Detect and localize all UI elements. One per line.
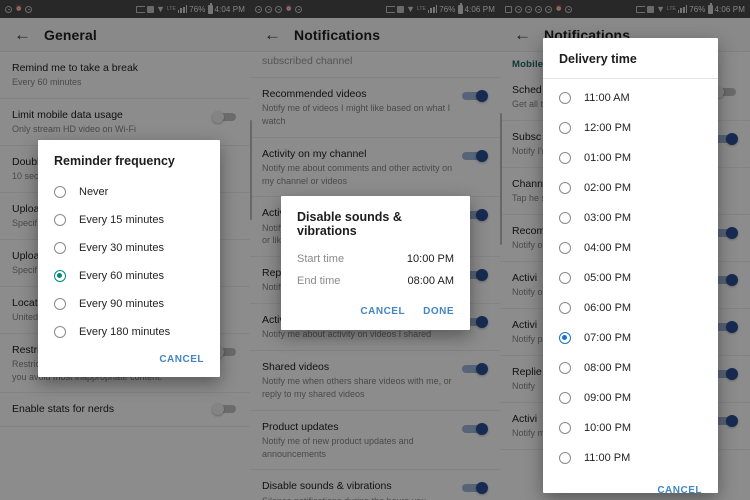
cancel-button[interactable]: CANCEL [657,485,702,496]
radio-icon[interactable] [559,152,571,164]
radio-label: Every 30 minutes [79,242,164,254]
radio-label: 02:00 PM [584,182,632,194]
radio-icon[interactable] [559,92,571,104]
radio-option-180-minutes[interactable]: Every 180 minutes [38,318,220,346]
radio-option-60-minutes[interactable]: Every 60 minutes [38,262,220,290]
radio-icon[interactable] [559,242,571,254]
dialog-title: Disable sounds & vibrations [297,210,402,238]
time-range-rows: Start time 10:00 PM End time 08:00 AM [281,248,470,292]
radio-icon[interactable] [559,362,571,374]
radio-option-0200-pm[interactable]: 02:00 PM [543,173,718,203]
radio-option-30-minutes[interactable]: Every 30 minutes [38,234,220,262]
radio-option-0900-pm[interactable]: 09:00 PM [543,383,718,413]
radio-option-1100-am[interactable]: 11:00 AM [543,83,718,113]
radio-label: 03:00 PM [584,212,632,224]
radio-option-list[interactable]: 11:00 AM 12:00 PM 01:00 PM 02:00 PM 03:0… [543,79,718,473]
panel-general: ⏰ ▼ LTE 76% 4:04 PM ← General Remind me … [0,0,250,500]
radio-label: Every 90 minutes [79,298,164,310]
cancel-button[interactable]: CANCEL [360,306,405,317]
end-time-value[interactable]: 08:00 AM [408,275,454,287]
radio-icon[interactable] [559,122,571,134]
radio-icon[interactable] [559,392,571,404]
radio-label: 11:00 PM [584,452,631,464]
dialog-actions: CANCEL DONE [281,292,470,330]
radio-icon[interactable] [559,182,571,194]
radio-label: 07:00 PM [584,332,632,344]
radio-icon-selected[interactable] [54,270,66,282]
radio-label: 12:00 PM [584,122,632,134]
reminder-frequency-dialog: Reminder frequency Never Every 15 minute… [38,140,220,377]
panel-notifications-sounds: ⏰ ▼ LTE 76% 4:06 PM ← Notifications subs… [250,0,500,500]
radio-label: Never [79,186,109,198]
radio-option-0400-pm[interactable]: 04:00 PM [543,233,718,263]
radio-option-1100-pm[interactable]: 11:00 PM [543,443,718,473]
panel-notifications-delivery: ⏰ ▼ LTE 76% 4:06 PM ← Notifications Mobi… [500,0,750,500]
radio-label: 09:00 PM [584,392,632,404]
radio-icon-selected[interactable] [559,332,571,344]
radio-icon[interactable] [559,272,571,284]
radio-icon[interactable] [559,452,571,464]
radio-label: 06:00 PM [584,302,632,314]
radio-icon[interactable] [54,186,66,198]
radio-option-1000-pm[interactable]: 10:00 PM [543,413,718,443]
cancel-button[interactable]: CANCEL [159,354,204,365]
dialog-actions: CANCEL [38,346,220,377]
radio-icon[interactable] [54,298,66,310]
radio-option-0800-pm[interactable]: 08:00 PM [543,353,718,383]
start-time-row[interactable]: Start time 10:00 PM [281,248,470,270]
radio-icon[interactable] [559,212,571,224]
dialog-actions: CANCEL [543,473,718,500]
done-button[interactable]: DONE [423,306,454,317]
radio-option-0100-pm[interactable]: 01:00 PM [543,143,718,173]
delivery-time-dialog: Delivery time 11:00 AM 12:00 PM 01:00 PM… [543,38,718,496]
radio-label: 11:00 AM [584,92,630,104]
radio-label: 05:00 PM [584,272,632,284]
radio-label: 08:00 PM [584,362,632,374]
end-time-row[interactable]: End time 08:00 AM [281,270,470,292]
screenshot-root: ⏰ ▼ LTE 76% 4:04 PM ← General Remind me … [0,0,750,500]
dialog-title: Reminder frequency [54,154,175,168]
radio-label: Every 180 minutes [79,326,171,338]
start-time-label: Start time [297,253,345,265]
end-time-label: End time [297,275,341,287]
radio-label: Every 15 minutes [79,214,164,226]
disable-sounds-dialog: Disable sounds & vibrations Start time 1… [281,196,470,330]
radio-icon[interactable] [54,326,66,338]
start-time-value[interactable]: 10:00 PM [407,253,454,265]
radio-icon[interactable] [54,214,66,226]
dialog-title: Delivery time [543,38,718,79]
radio-option-15-minutes[interactable]: Every 15 minutes [38,206,220,234]
radio-option-90-minutes[interactable]: Every 90 minutes [38,290,220,318]
radio-option-1200-pm[interactable]: 12:00 PM [543,113,718,143]
radio-icon[interactable] [559,422,571,434]
radio-label: 01:00 PM [584,152,632,164]
radio-label: Every 60 minutes [79,270,164,282]
radio-option-0600-pm[interactable]: 06:00 PM [543,293,718,323]
radio-icon[interactable] [559,302,571,314]
radio-option-list: Never Every 15 minutes Every 30 minutes … [38,178,220,346]
radio-icon[interactable] [54,242,66,254]
radio-label: 04:00 PM [584,242,632,254]
radio-label: 10:00 PM [584,422,632,434]
radio-option-0300-pm[interactable]: 03:00 PM [543,203,718,233]
radio-option-never[interactable]: Never [38,178,220,206]
radio-option-0700-pm[interactable]: 07:00 PM [543,323,718,353]
radio-option-0500-pm[interactable]: 05:00 PM [543,263,718,293]
